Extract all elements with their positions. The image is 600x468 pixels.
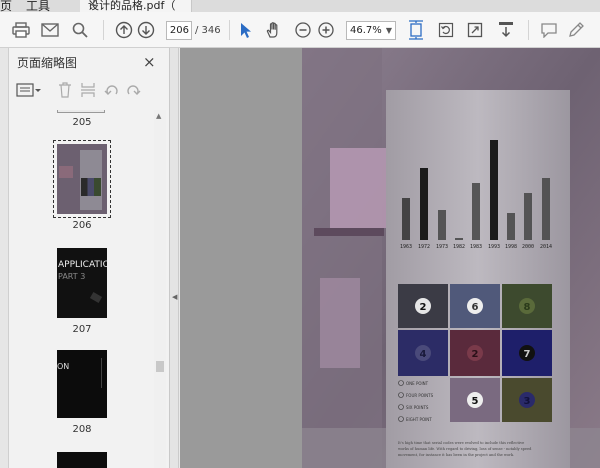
menu-tools[interactable]: 工具 xyxy=(26,0,50,12)
panel-splitter[interactable]: ◀ xyxy=(170,48,179,468)
thumbnail-text: ON xyxy=(57,362,70,371)
svg-text:works of human life. With rega: works of human life. With regard to driv… xyxy=(398,447,532,451)
svg-text:1982: 1982 xyxy=(453,244,465,250)
scroll-up-icon[interactable]: ▲ xyxy=(156,112,161,120)
svg-text:2014: 2014 xyxy=(540,244,552,250)
toolbar-separator xyxy=(103,20,104,40)
pdf-page: 1963 1972 1973 1982 1983 1993 1998 2000 … xyxy=(302,48,600,468)
thumbnail-scrollbar[interactable]: ▲ xyxy=(154,110,166,468)
thumbnail-page xyxy=(57,110,105,113)
svg-text:2: 2 xyxy=(472,349,479,360)
previous-page-area xyxy=(180,48,302,468)
svg-text:movement, for instance it has: movement, for instance it has been in th… xyxy=(398,453,514,457)
undo-icon[interactable] xyxy=(104,82,120,101)
next-page-icon[interactable] xyxy=(136,20,156,40)
page-number-input[interactable]: 206 xyxy=(166,21,192,40)
svg-text:ONE POINT: ONE POINT xyxy=(406,381,429,386)
thumbnail-list: 205 206 APPLICATIO PART 3 207 ON 208 xyxy=(10,110,154,468)
chevron-down-icon: ▼ xyxy=(385,26,392,35)
document-viewer[interactable]: 1963 1972 1973 1982 1983 1993 1998 2000 … xyxy=(180,48,600,468)
svg-text:1998: 1998 xyxy=(505,244,517,250)
svg-text:1963: 1963 xyxy=(400,244,412,250)
thumbnail-text: APPLICATIO xyxy=(58,260,107,270)
sign-icon[interactable] xyxy=(566,20,586,40)
comment-icon[interactable] xyxy=(539,20,559,40)
print-icon[interactable] xyxy=(11,20,31,40)
fullscreen-icon[interactable] xyxy=(466,20,484,40)
prev-page-icon[interactable] xyxy=(114,20,134,40)
fit-page-icon[interactable] xyxy=(407,20,425,40)
svg-text:FOUR POINTS: FOUR POINTS xyxy=(406,393,434,398)
delete-page-icon[interactable] xyxy=(58,82,72,101)
svg-text:3: 3 xyxy=(524,396,531,407)
zoom-value: 46.7% xyxy=(350,25,382,36)
extract-page-icon[interactable] xyxy=(80,82,96,101)
thumbnail-label: 205 xyxy=(72,117,92,128)
toolbar-separator xyxy=(229,20,230,40)
tab-bar: 页 工具 设计的品格.pdf（ × xyxy=(0,0,600,12)
svg-text:1973: 1973 xyxy=(436,244,448,250)
thumbnail-page: ON xyxy=(57,350,107,418)
collapse-arrow-icon[interactable]: ◀ xyxy=(172,293,177,301)
thumbnail-page[interactable] xyxy=(57,452,107,468)
zoom-out-icon[interactable] xyxy=(294,20,312,40)
svg-text:1993: 1993 xyxy=(488,244,500,250)
svg-text:SIX POINTS: SIX POINTS xyxy=(406,405,429,410)
thumbnail-label: 208 xyxy=(72,424,92,435)
thumbnail-label: 206 xyxy=(72,220,92,231)
close-tab-icon[interactable]: × xyxy=(88,0,187,10)
thumbnails-panel: 页面缩略图 × 205 206 APPLICATIO PART 3 207 ON… xyxy=(0,48,170,468)
svg-text:It's high time that serial cod: It's high time that serial codes were ev… xyxy=(398,441,524,445)
search-icon[interactable] xyxy=(70,20,90,40)
svg-text:7: 7 xyxy=(524,349,531,360)
svg-text:2: 2 xyxy=(420,302,427,313)
panel-edge xyxy=(0,48,9,468)
redo-icon[interactable] xyxy=(125,82,141,101)
svg-text:6: 6 xyxy=(472,302,479,313)
panel-toolbar xyxy=(14,80,164,102)
thumbnail-page xyxy=(57,144,107,214)
rotate-icon[interactable] xyxy=(437,20,455,40)
svg-text:8: 8 xyxy=(524,302,531,313)
select-arrow-icon[interactable] xyxy=(238,20,254,40)
svg-text:2000: 2000 xyxy=(522,244,534,250)
document-tab[interactable]: 设计的品格.pdf（ × xyxy=(80,0,192,12)
svg-text:4: 4 xyxy=(420,349,427,360)
toolbar-separator xyxy=(528,20,529,40)
mail-icon[interactable] xyxy=(40,20,60,40)
svg-text:1972: 1972 xyxy=(418,244,430,250)
svg-text:1983: 1983 xyxy=(470,244,482,250)
hand-icon[interactable] xyxy=(264,20,284,40)
toolbar: 206 / 346 46.7% ▼ xyxy=(0,12,600,48)
page-photo: 1963 1972 1973 1982 1983 1993 1998 2000 … xyxy=(302,48,600,468)
scrollbar-thumb[interactable] xyxy=(156,361,164,372)
thumbnail-options-icon[interactable] xyxy=(16,82,42,101)
thumbnail-page: APPLICATIO PART 3 xyxy=(57,248,107,318)
scroll-mode-icon[interactable] xyxy=(496,20,516,40)
page-count: / 346 xyxy=(195,25,221,36)
panel-title: 页面缩略图 xyxy=(17,56,78,70)
zoom-select[interactable]: 46.7% ▼ xyxy=(346,21,396,40)
zoom-in-icon[interactable] xyxy=(317,20,335,40)
svg-text:5: 5 xyxy=(472,396,479,407)
thumbnail-label: 207 xyxy=(72,324,92,335)
thumbnail-text: PART 3 xyxy=(58,272,86,281)
close-icon[interactable]: × xyxy=(143,53,156,71)
menu-home[interactable]: 页 xyxy=(0,0,12,12)
svg-text:EIGHT POINT: EIGHT POINT xyxy=(406,417,432,422)
